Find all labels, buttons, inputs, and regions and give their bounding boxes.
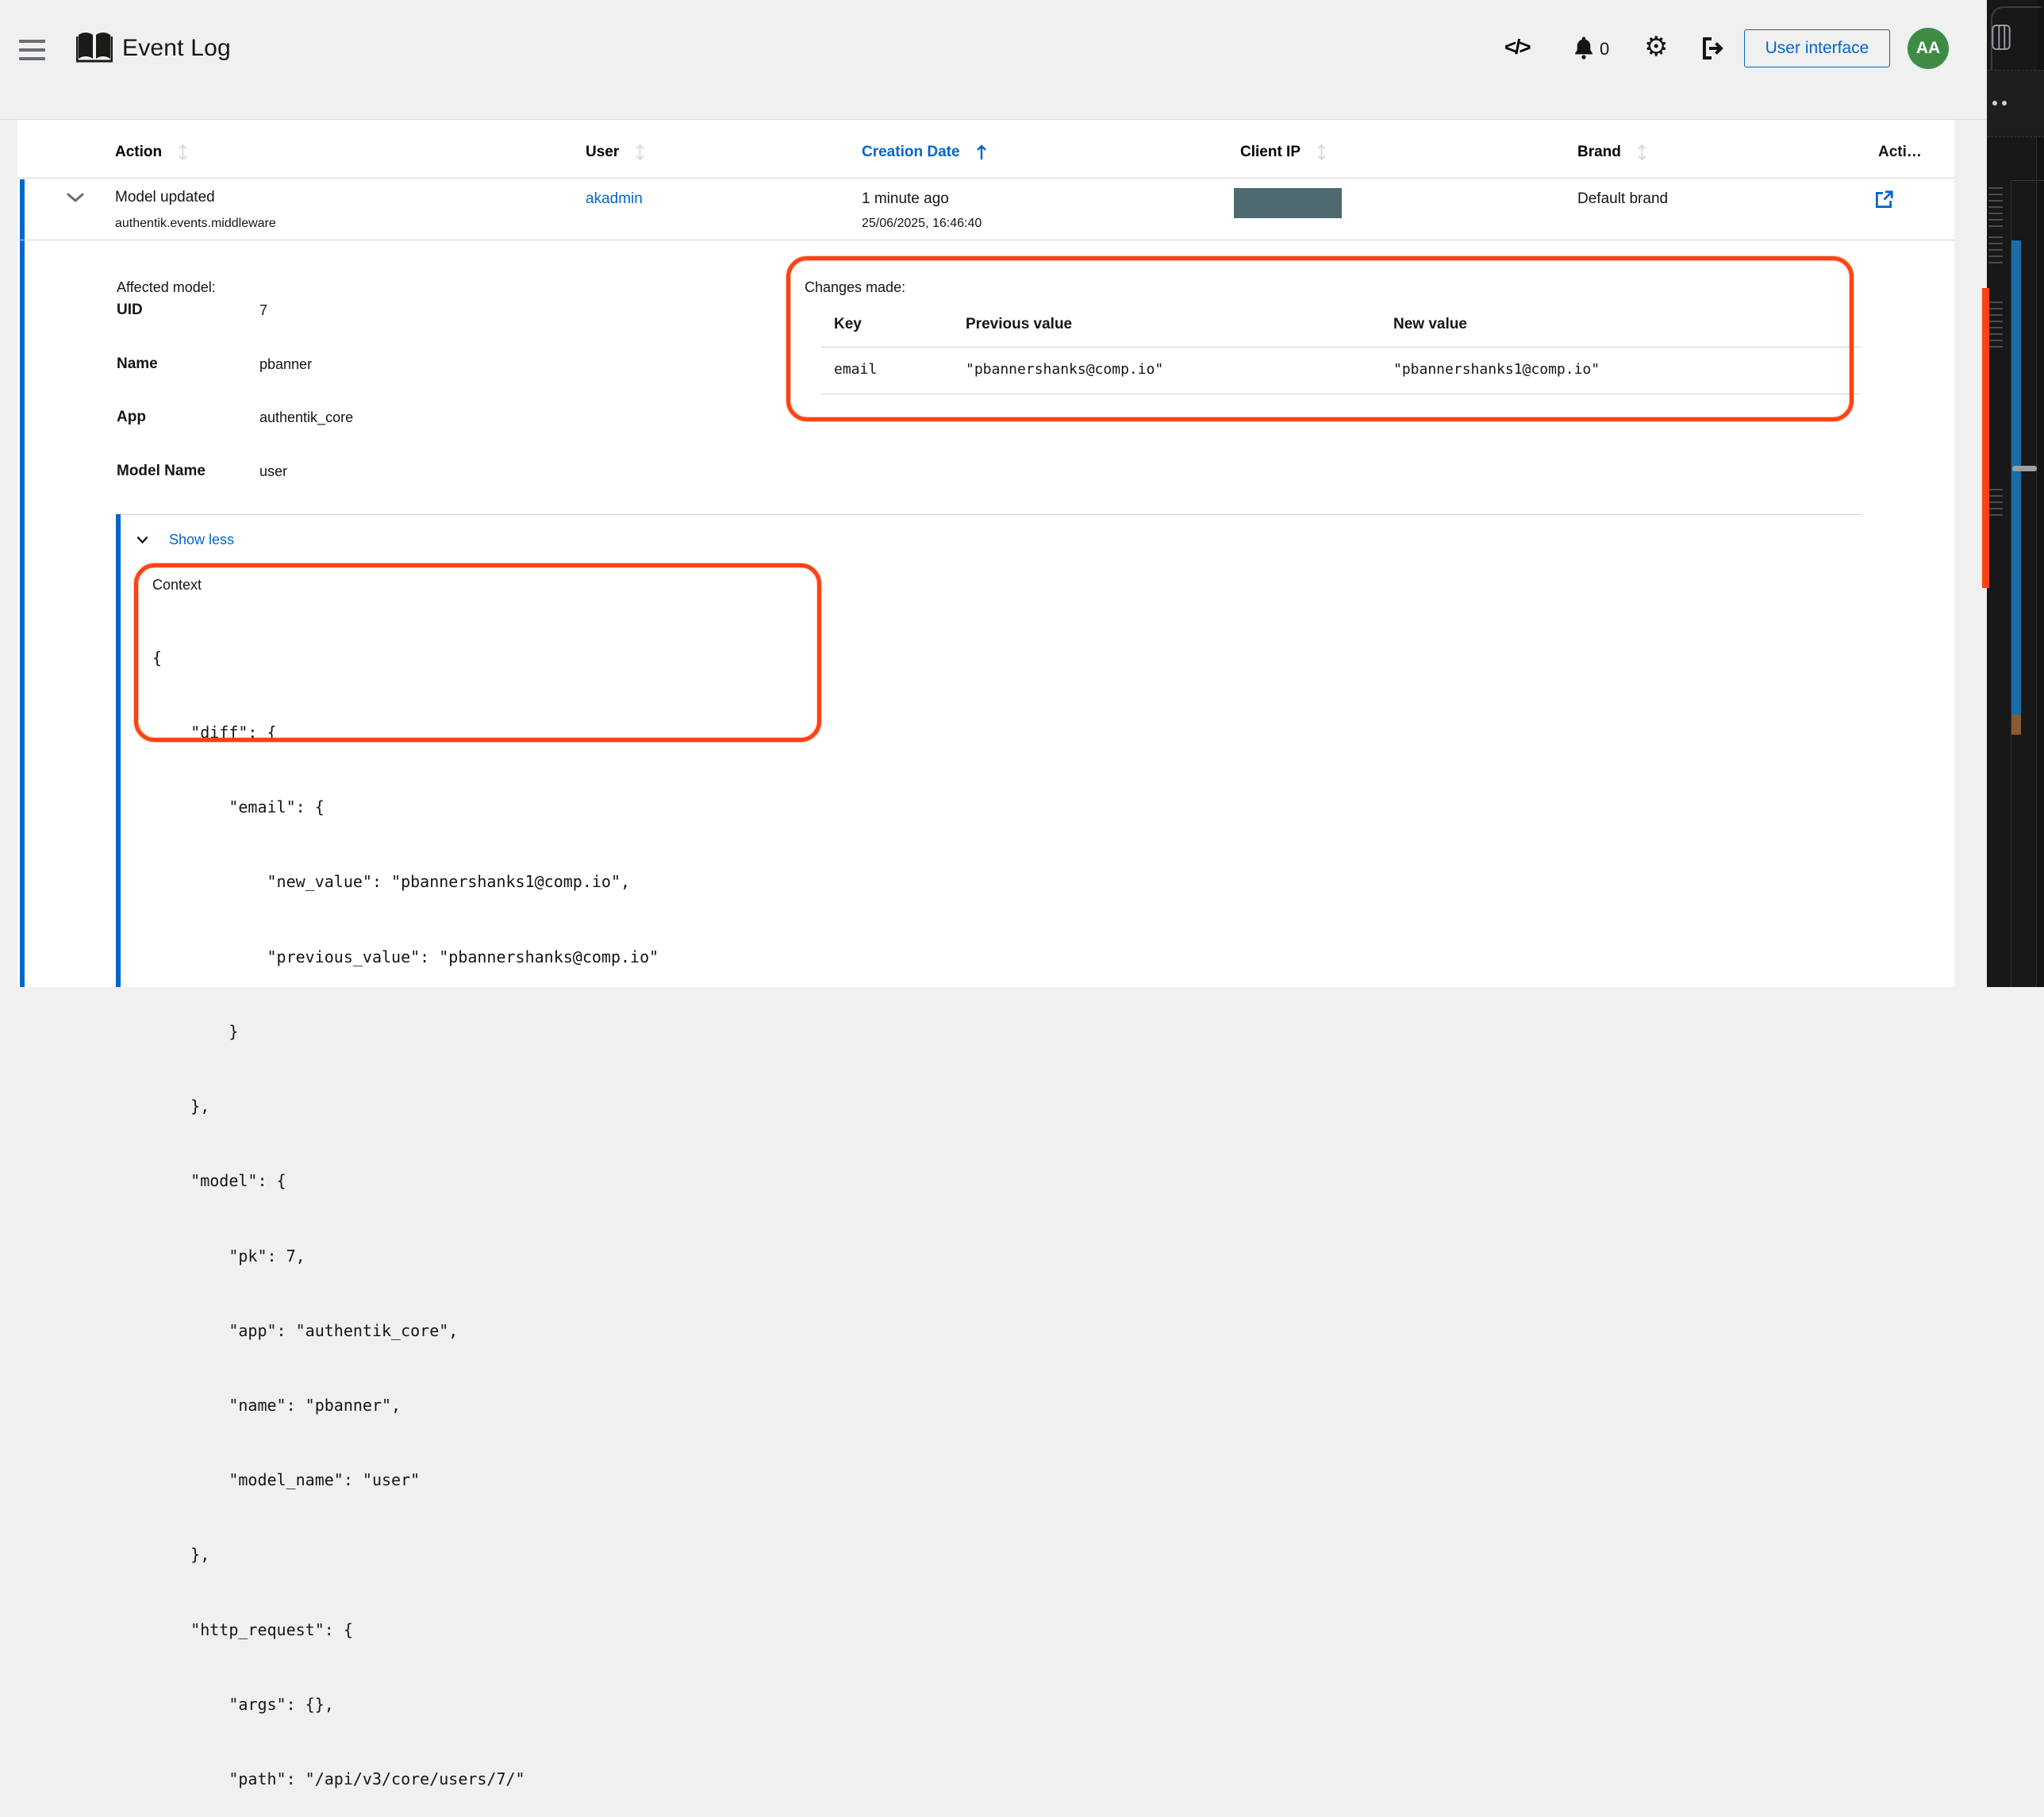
sliver-right-shade	[2037, 0, 2044, 987]
context-line: "model_name": "user"	[152, 1468, 659, 1492]
column-label: Brand	[1577, 144, 1621, 161]
book-open-icon	[76, 29, 113, 68]
field-value: pbanner	[259, 356, 312, 373]
sort-ascending-icon	[976, 144, 987, 161]
sort-unsorted-icon	[635, 144, 645, 161]
expanded-row-indicator	[20, 179, 25, 987]
menu-toggle-button[interactable]	[19, 40, 45, 60]
mini-scrollbar-thumb[interactable]	[2012, 466, 2037, 471]
field-label: App	[117, 409, 146, 426]
api-browser-icon[interactable]: </>	[1504, 35, 1530, 60]
sort-unsorted-icon	[1316, 144, 1327, 161]
settings-gear-icon[interactable]: ⚙	[1644, 33, 1668, 60]
event-brand: Default brand	[1577, 190, 1668, 208]
tiny-text-block	[1988, 489, 2003, 517]
column-header-brand[interactable]: Brand	[1577, 143, 1647, 162]
row-collapse-chevron-icon[interactable]	[67, 192, 84, 206]
affected-model-heading: Affected model:	[117, 279, 216, 296]
field-label: Model Name	[117, 463, 206, 480]
field-value: 7	[259, 302, 267, 319]
context-line: "path": "/api/v3/core/users/7/"	[152, 1767, 659, 1792]
event-created-absolute: 25/06/2025, 16:46:40	[862, 217, 982, 231]
field-value: user	[259, 463, 287, 480]
orange-color-bar	[1982, 288, 1989, 588]
sign-out-icon[interactable]	[1701, 36, 1725, 63]
column-header-user[interactable]: User	[586, 143, 645, 162]
context-line: "model": {	[152, 1169, 659, 1193]
field-value: authentik_core	[259, 409, 353, 426]
notifications-bell-icon[interactable]	[1573, 35, 1595, 63]
context-json: { "diff": { "email": { "new_value": "pba…	[152, 596, 659, 1817]
user-interface-button[interactable]: User interface	[1744, 29, 1890, 67]
show-less-label: Show less	[169, 532, 234, 548]
chevron-down-icon	[136, 536, 148, 544]
event-action: Model updated	[115, 189, 215, 206]
page-title: Event Log	[122, 35, 231, 62]
context-line: }	[152, 1020, 659, 1044]
annotation-rect-context	[134, 563, 821, 742]
context-line: "pk": 7,	[152, 1244, 659, 1269]
table-header-divider	[17, 178, 1954, 179]
column-header-creation-date[interactable]: Creation Date	[862, 143, 987, 162]
context-line: "name": "pbanner",	[152, 1393, 659, 1418]
column-label: Client IP	[1240, 144, 1301, 161]
column-header-client-ip[interactable]: Client IP	[1240, 143, 1327, 162]
tiny-text-block	[1988, 236, 2003, 268]
sliver-dotted-line	[2036, 136, 2037, 987]
sliver-brown-bar	[2011, 715, 2021, 735]
tiny-text-block	[1988, 187, 2003, 229]
app-header: Event Log </> 0 ⚙ User interface AA	[0, 0, 2044, 120]
sort-unsorted-icon	[1637, 144, 1647, 161]
event-created-relative: 1 minute ago	[862, 190, 949, 208]
context-line: "previous_value": "pbannershanks@comp.io…	[152, 945, 659, 970]
event-app: authentik.events.middleware	[115, 217, 276, 231]
context-line: "args": {},	[152, 1692, 659, 1717]
context-line: "new_value": "pbannershanks1@comp.io",	[152, 870, 659, 894]
column-label: Action	[115, 144, 162, 161]
column-label: Creation Date	[862, 144, 960, 161]
client-ip-redaction-box	[1234, 188, 1342, 218]
context-line: },	[152, 1094, 659, 1119]
field-label: UID	[117, 302, 143, 319]
context-line: "http_request": {	[152, 1618, 659, 1642]
panel-top-divider	[116, 514, 1861, 515]
event-user-link[interactable]: akadmin	[586, 190, 643, 208]
open-event-icon[interactable]	[1873, 189, 1895, 213]
avatar[interactable]: AA	[1908, 28, 1949, 69]
dot-icon	[1992, 101, 1997, 106]
column-header-action[interactable]: Action	[115, 143, 188, 162]
column-header-actions: Acti…	[1878, 143, 1922, 162]
tiny-text-block	[1988, 302, 2003, 348]
annotation-rect-changes	[786, 256, 1854, 421]
sliver-blue-bar	[2011, 240, 2021, 715]
background-window-sliver	[1987, 0, 2044, 987]
notifications-count: 0	[1600, 39, 1609, 60]
show-less-toggle[interactable]: Show less	[136, 532, 234, 548]
sliver-inner-border	[2011, 180, 2044, 181]
context-line: },	[152, 1542, 659, 1567]
columns-layout-icon	[1992, 25, 2011, 54]
column-label: User	[586, 144, 619, 161]
dot-icon	[2002, 101, 2007, 106]
context-line: "app": "authentik_core",	[152, 1319, 659, 1343]
column-label: Acti…	[1878, 144, 1922, 161]
context-line: "email": {	[152, 795, 659, 820]
panel-left-indicator	[116, 514, 121, 987]
sort-unsorted-icon	[178, 144, 188, 161]
field-label: Name	[117, 355, 158, 373]
